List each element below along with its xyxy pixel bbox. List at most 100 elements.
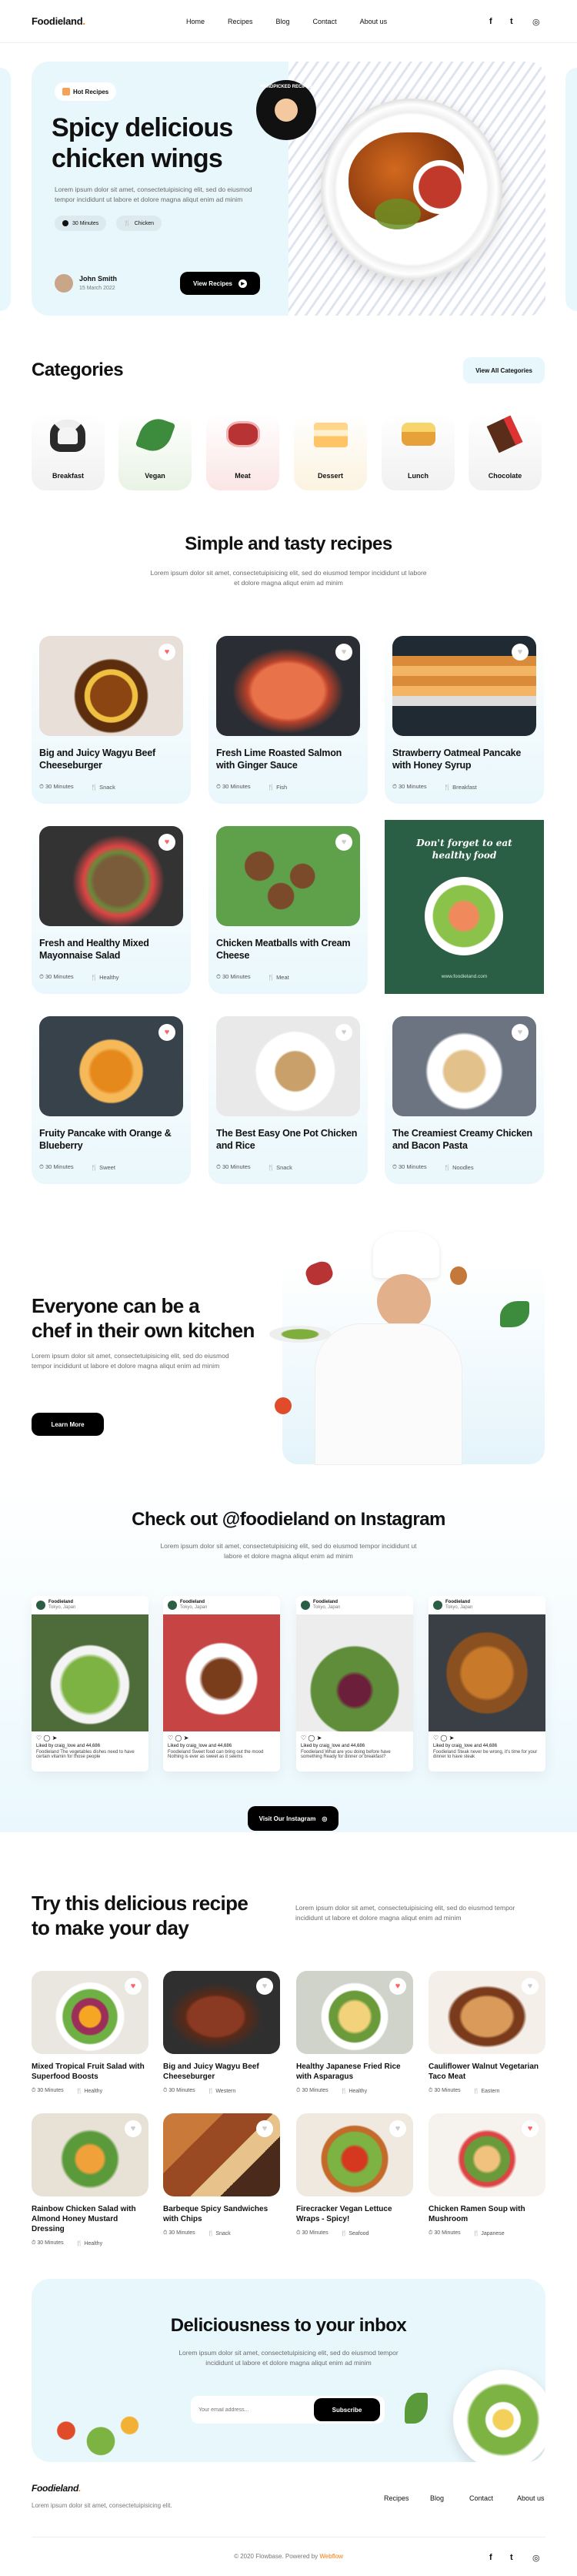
footer-twitter-icon[interactable]: t [510, 2553, 513, 2562]
recipe-card[interactable]: ♥ Fresh and Healthy Mixed Mayonnaise Sal… [32, 820, 191, 994]
recipe-title[interactable]: Barbeque Spicy Sandwiches with Chips [163, 2204, 280, 2224]
nav-link-recipes[interactable]: Recipes [228, 18, 253, 25]
view-recipes-button[interactable]: View Recipes ▶ [180, 272, 260, 295]
hero-time-tag: 30 Minutes [55, 216, 107, 231]
recipe-meta: ⏱ 30 Minutes 🍴 Snack [39, 783, 115, 791]
webflow-link[interactable]: Webflow [319, 2553, 343, 2560]
recipe-title[interactable]: Fruity Pancake with Orange & Blueberry [39, 1127, 183, 1152]
recipe-title[interactable]: Big and Juicy Wagyu Beef Cheeseburger [163, 2062, 280, 2082]
footer-instagram-icon[interactable]: ◎ [532, 2553, 540, 2563]
heart-icon[interactable]: ♥ [522, 2120, 539, 2137]
recipe-title[interactable]: Big and Juicy Wagyu Beef Cheeseburger [39, 747, 183, 771]
heart-icon[interactable]: ♥ [125, 1978, 142, 1995]
instagram-post[interactable]: Foodieland Tokyo, Japan ♡ ◯ ➤ Liked by c… [32, 1596, 148, 1771]
hero-carousel-next-peek[interactable] [565, 68, 577, 311]
heart-icon[interactable]: ♥ [256, 2120, 273, 2137]
footer-link-recipes[interactable]: Recipes [384, 2494, 409, 2502]
recipe-title[interactable]: Strawberry Oatmeal Pancake with Honey Sy… [392, 747, 536, 771]
recipe-title[interactable]: Rainbow Chicken Salad with Almond Honey … [32, 2204, 148, 2234]
recipe-card[interactable]: ♥ The Best Easy One Pot Chicken and Rice… [208, 1010, 368, 1184]
post-actions-icons[interactable]: ♡ ◯ ➤ [433, 1735, 454, 1741]
footer-facebook-icon[interactable]: f [489, 2553, 492, 2562]
recipe-title[interactable]: Cauliflower Walnut Vegetarian Taco Meat [429, 2062, 545, 2082]
nav-link-blog[interactable]: Blog [276, 18, 290, 25]
recipe-tag: 🍴 Snack [90, 783, 115, 791]
footer-logo[interactable]: Foodieland. [32, 2483, 81, 2494]
post-actions-icons[interactable]: ♡ ◯ ➤ [301, 1735, 322, 1741]
heart-icon[interactable]: ♥ [335, 834, 352, 851]
heart-icon[interactable]: ♥ [125, 2120, 142, 2137]
healthy-food-ad[interactable]: Don't forget to eat healthy food www.foo… [385, 820, 544, 994]
post-likes: Liked by craig_love and 44,686 [168, 1744, 232, 1748]
recipe-tile[interactable]: ♥ Big and Juicy Wagyu Beef Cheeseburger … [163, 1971, 280, 2094]
recipe-tile[interactable]: ♥ Chicken Ramen Soup with Mushroom ⏱ 30 … [429, 2113, 545, 2236]
recipe-title[interactable]: Fresh Lime Roasted Salmon with Ginger Sa… [216, 747, 360, 771]
recipe-tile[interactable]: ♥ Firecracker Vegan Lettuce Wraps - Spic… [296, 2113, 413, 2236]
recipe-title[interactable]: The Creamiest Creamy Chicken and Bacon P… [392, 1127, 536, 1152]
post-actions-icons[interactable]: ♡ ◯ ➤ [36, 1735, 57, 1741]
simple-recipes-description: Lorem ipsum dolor sit amet, consectetuip… [150, 569, 427, 587]
category-lunch[interactable]: Lunch [382, 413, 455, 490]
recipe-tile[interactable]: ♥ Healthy Japanese Fried Rice with Aspar… [296, 1971, 413, 2094]
recipe-card[interactable]: ♥ Fruity Pancake with Orange & Blueberry… [32, 1010, 191, 1184]
footer-link-contact[interactable]: Contact [469, 2494, 493, 2502]
category-dessert[interactable]: Dessert [294, 413, 367, 490]
recipe-title[interactable]: Chicken Meatballs with Cream Cheese [216, 937, 360, 962]
heart-icon[interactable]: ♥ [335, 644, 352, 661]
recipe-title[interactable]: Chicken Ramen Soup with Mushroom [429, 2204, 545, 2224]
recipe-title[interactable]: Mixed Tropical Fruit Salad with Superfoo… [32, 2062, 148, 2082]
heart-icon[interactable]: ♥ [522, 1978, 539, 1995]
learn-more-button[interactable]: Learn More [32, 1413, 104, 1436]
ad-line-2: healthy food [432, 850, 497, 861]
instagram-post[interactable]: Foodieland Tokyo, Japan ♡ ◯ ➤ Liked by c… [163, 1596, 280, 1771]
recipe-tile[interactable]: ♥ Mixed Tropical Fruit Salad with Superf… [32, 1971, 148, 2094]
heart-icon[interactable]: ♥ [158, 644, 175, 661]
recipe-title[interactable]: Healthy Japanese Fried Rice with Asparag… [296, 2062, 413, 2082]
recipe-card[interactable]: ♥ Fresh Lime Roasted Salmon with Ginger … [208, 630, 368, 804]
recipe-title[interactable]: Fresh and Healthy Mixed Mayonnaise Salad [39, 937, 183, 962]
recipe-card[interactable]: ♥ Strawberry Oatmeal Pancake with Honey … [385, 630, 544, 804]
post-actions-icons[interactable]: ♡ ◯ ➤ [168, 1735, 188, 1741]
heart-icon[interactable]: ♥ [158, 1024, 175, 1041]
brand-logo[interactable]: Foodieland. [32, 15, 85, 27]
visit-instagram-button[interactable]: Visit Our Instagram ◎ [248, 1806, 339, 1831]
instagram-post[interactable]: Foodieland Tokyo, Japan ♡ ◯ ➤ Liked by c… [296, 1596, 413, 1771]
recipe-card[interactable]: ♥ Big and Juicy Wagyu Beef Cheeseburger … [32, 630, 191, 804]
instagram-icon[interactable]: ◎ [532, 17, 540, 27]
heart-icon[interactable]: ♥ [512, 644, 529, 661]
heart-icon[interactable]: ♥ [335, 1024, 352, 1041]
view-all-categories-button[interactable]: View All Categories [463, 357, 545, 383]
recipe-tag: 🍴 Breakfast [443, 783, 477, 791]
twitter-icon[interactable]: t [510, 17, 513, 26]
category-vegan[interactable]: Vegan [118, 413, 192, 490]
recipe-title[interactable]: Firecracker Vegan Lettuce Wraps - Spicy! [296, 2204, 413, 2224]
post-image [163, 1614, 280, 1731]
hero-date: 15 March 2022 [79, 286, 115, 291]
facebook-icon[interactable]: f [489, 17, 492, 26]
recipe-tile[interactable]: ♥ Barbeque Spicy Sandwiches with Chips ⏱… [163, 2113, 280, 2236]
category-meat[interactable]: Meat [206, 413, 279, 490]
footer-link-blog[interactable]: Blog [430, 2494, 444, 2502]
heart-icon[interactable]: ♥ [256, 1978, 273, 1995]
recipe-card[interactable]: ♥ The Creamiest Creamy Chicken and Bacon… [385, 1010, 544, 1184]
category-breakfast[interactable]: Breakfast [32, 413, 105, 490]
email-input[interactable] [198, 2403, 306, 2417]
footer-link-about[interactable]: About us [517, 2494, 545, 2502]
recipe-title[interactable]: The Best Easy One Pot Chicken and Rice [216, 1127, 360, 1152]
subscribe-button[interactable]: Subscribe [314, 2398, 380, 2421]
heart-icon[interactable]: ♥ [389, 2120, 406, 2137]
nav-link-home[interactable]: Home [186, 18, 205, 25]
heart-icon[interactable]: ♥ [158, 834, 175, 851]
nav-link-about[interactable]: About us [360, 18, 388, 25]
recipe-time: ⏱ 30 Minutes [32, 2240, 64, 2246]
nav-link-contact[interactable]: Contact [313, 18, 337, 25]
category-chocolate[interactable]: Chocolate [469, 413, 542, 490]
instagram-post[interactable]: Foodieland Tokyo, Japan ♡ ◯ ➤ Liked by c… [429, 1596, 545, 1771]
post-user: Foodieland [445, 1600, 470, 1604]
heart-icon[interactable]: ♥ [512, 1024, 529, 1041]
recipe-tile[interactable]: ♥ Rainbow Chicken Salad with Almond Hone… [32, 2113, 148, 2246]
heart-icon[interactable]: ♥ [389, 1978, 406, 1995]
hero-carousel-prev-peek[interactable] [0, 68, 11, 311]
recipe-tile[interactable]: ♥ Cauliflower Walnut Vegetarian Taco Mea… [429, 1971, 545, 2094]
recipe-card[interactable]: ♥ Chicken Meatballs with Cream Cheese ⏱ … [208, 820, 368, 994]
